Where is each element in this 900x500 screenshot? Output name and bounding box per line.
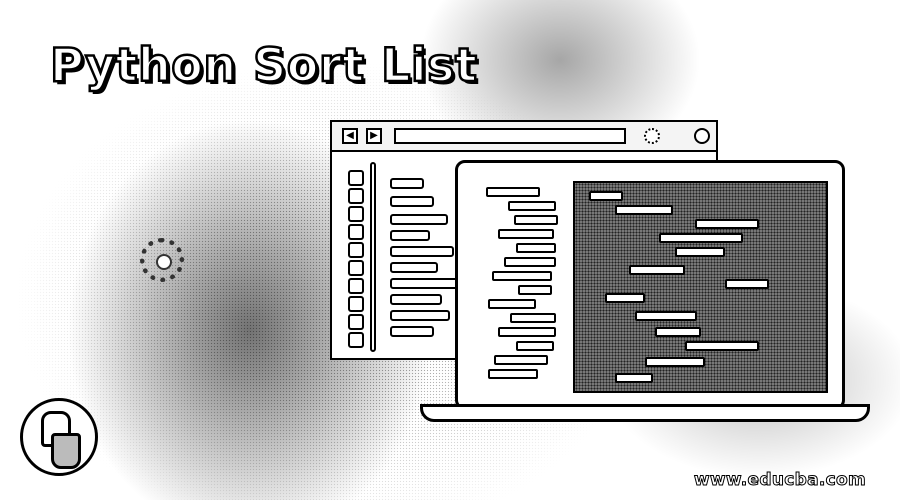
menu-icon[interactable] (694, 128, 710, 144)
laptop-base (420, 404, 870, 422)
laptop-code-panel (573, 181, 828, 393)
gear-icon (140, 238, 184, 282)
address-bar[interactable] (394, 128, 626, 144)
back-button[interactable]: ◀ (342, 128, 358, 144)
scroll-track (370, 162, 376, 352)
sidebar-squares (348, 162, 366, 352)
page-title: Python Sort List (49, 37, 479, 94)
chevron-right-icon: ▶ (370, 130, 378, 141)
chevron-left-icon: ◀ (346, 130, 354, 141)
watermark: www.educba.com (693, 470, 866, 491)
refresh-icon[interactable] (644, 128, 660, 144)
browser-toolbar: ◀ ▶ (332, 122, 716, 152)
forward-button[interactable]: ▶ (366, 128, 382, 144)
laptop-illustration (455, 160, 845, 410)
python-logo-icon (20, 398, 98, 476)
